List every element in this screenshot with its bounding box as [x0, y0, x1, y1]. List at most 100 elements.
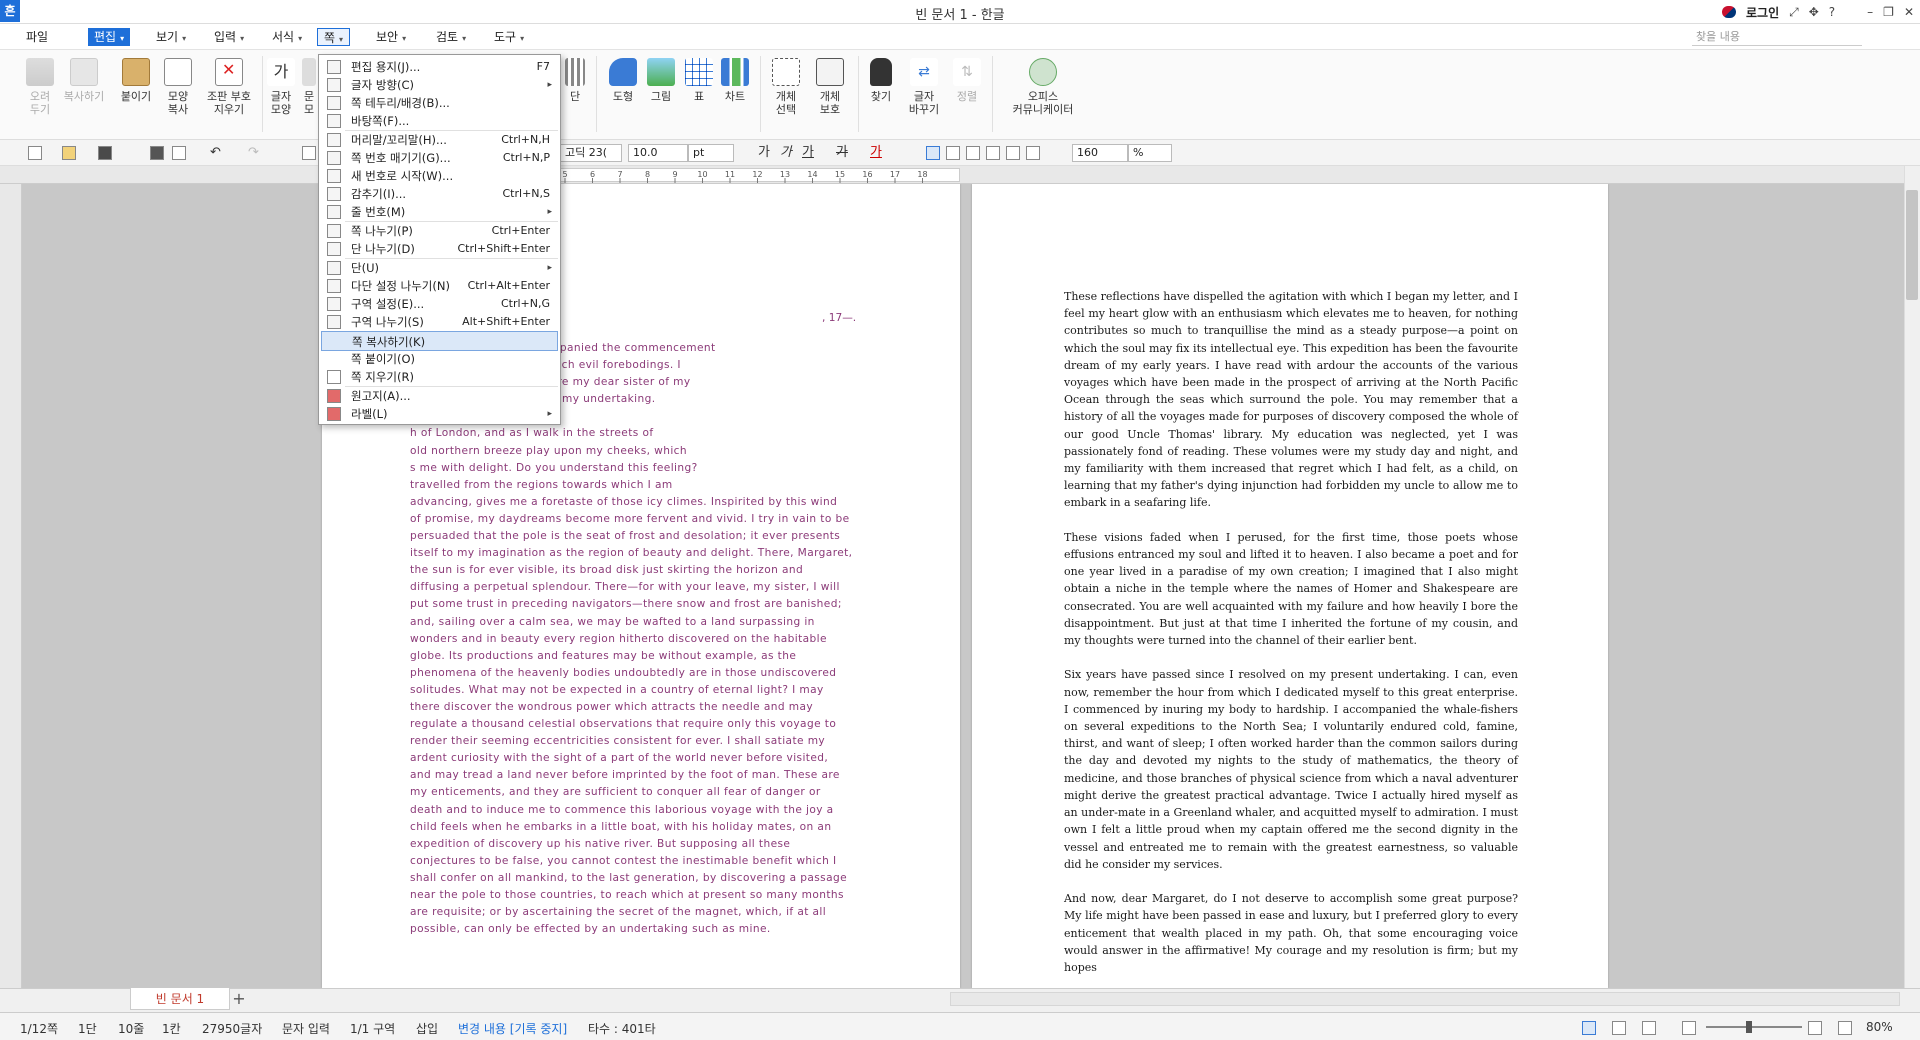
menu-item-hide[interactable]: 감추기(I)... Ctrl+N,S — [321, 184, 558, 204]
move-icon[interactable]: ✥ — [1809, 5, 1819, 19]
print-preview-icon[interactable] — [172, 146, 186, 160]
status-keystrokes: 타수 : 401타 — [588, 1022, 656, 1036]
menu-item-label[interactable]: 라벨(L) ▸ — [321, 404, 558, 424]
menu-page[interactable]: 쪽 ▾ — [317, 28, 351, 46]
menu-item-paste-page[interactable]: 쪽 붙이기(O) — [321, 349, 558, 369]
status-insert[interactable]: 삽입 — [416, 1020, 438, 1037]
distribute-icon[interactable] — [1006, 146, 1020, 160]
zoom-input[interactable]: 160 — [1072, 144, 1128, 162]
tab-document-1[interactable]: 빈 문서 1 — [130, 988, 230, 1010]
horizontal-ruler[interactable]: 5 6 7 8 9 10 11 12 13 14 15 16 17 18 — [560, 168, 960, 183]
view-mode-icon[interactable] — [1582, 1021, 1596, 1035]
align-right-icon[interactable] — [986, 146, 1000, 160]
menu-format[interactable]: 서식 ▾ — [266, 28, 308, 46]
menu-edit[interactable]: 편집 ▾ — [88, 28, 131, 46]
zoom-unit-select[interactable]: % — [1128, 144, 1172, 162]
italic-button[interactable]: 가 — [780, 144, 792, 162]
shape-button[interactable]: 도형 — [604, 58, 642, 103]
menu-security[interactable]: 보안 ▾ — [370, 28, 412, 46]
vertical-scroll-thumb[interactable] — [1906, 190, 1918, 300]
menu-item-page-border[interactable]: 쪽 테두리/배경(B)... — [321, 93, 558, 113]
zoom-out-icon[interactable] — [1682, 1021, 1696, 1035]
menu-file[interactable]: 파일 — [20, 28, 54, 46]
print-icon[interactable] — [150, 146, 164, 160]
menu-item-page-numbering[interactable]: 쪽 번호 매기기(G)... Ctrl+N,P — [321, 148, 558, 168]
menu-item-multi-column-break[interactable]: 다단 설정 나누기(N) Ctrl+Alt+Enter — [321, 276, 558, 296]
page-2[interactable]: These reflections have dispelled the agi… — [972, 184, 1608, 988]
menu-item-manuscript[interactable]: 원고지(A)... — [321, 386, 558, 406]
document-workspace[interactable]: , 17—. hat no disaster has accompanied t… — [22, 184, 1904, 988]
close-icon[interactable]: ✕ — [1904, 5, 1914, 19]
align-center-icon[interactable] — [966, 146, 980, 160]
office-communicator-button[interactable]: 오피스 커뮤니케이터 — [1004, 58, 1082, 116]
zoom-slider-handle[interactable] — [1746, 1021, 1752, 1033]
picture-button[interactable]: 그림 — [642, 58, 680, 103]
table-button[interactable]: 표 — [680, 58, 718, 103]
zoom-fit-icon[interactable] — [1838, 1021, 1852, 1035]
paste-button[interactable]: 붙이기 — [114, 58, 158, 103]
size-unit-select[interactable]: pt — [688, 144, 734, 162]
menu-item-section-break[interactable]: 구역 나누기(S) Alt+Shift+Enter — [321, 312, 558, 332]
menu-item-copy-page[interactable]: 쪽 복사하기(K) — [321, 331, 558, 351]
menu-review[interactable]: 검토 ▾ — [430, 28, 472, 46]
undo-icon[interactable]: ↶ — [210, 144, 221, 162]
add-tab-button[interactable]: + — [228, 990, 250, 1008]
divide-icon[interactable] — [1026, 146, 1040, 160]
menu-item-section-settings[interactable]: 구역 설정(E)... Ctrl+N,G — [321, 294, 558, 314]
menu-item-edit-paper[interactable]: 편집 용지(J)... F7 — [321, 57, 558, 77]
bold-button[interactable]: 가 — [758, 144, 770, 162]
new-doc-icon[interactable] — [28, 146, 42, 160]
restore-icon[interactable]: ❐ — [1883, 5, 1894, 19]
open-folder-icon[interactable] — [62, 146, 76, 160]
protect-object-button[interactable]: 개체 보호 — [808, 58, 852, 116]
find-button[interactable]: 찾기 — [862, 58, 900, 103]
menu-item-line-number[interactable]: 줄 번호(M) ▸ — [321, 202, 558, 222]
justify-icon[interactable] — [926, 146, 940, 160]
chart-button[interactable]: 차트 — [716, 58, 754, 103]
view-width-icon[interactable] — [1612, 1021, 1626, 1035]
menu-item-new-number[interactable]: 새 번호로 시작(W)... — [321, 166, 558, 186]
menu-item-column-break[interactable]: 단 나누기(D) Ctrl+Shift+Enter — [321, 239, 558, 259]
menu-item-header-footer[interactable]: 머리말/꼬리말(H)... Ctrl+N,H — [321, 130, 558, 150]
redo-icon[interactable]: ↷ — [248, 144, 259, 162]
save-icon[interactable] — [98, 146, 112, 160]
menu-item-master-page[interactable]: 바탕쪽(F)... — [321, 111, 558, 131]
search-input[interactable]: 찾을 내용 — [1692, 28, 1862, 46]
vertical-ruler[interactable] — [0, 184, 22, 988]
style-icon[interactable] — [302, 146, 316, 160]
view-page-icon[interactable] — [1642, 1021, 1656, 1035]
copy-button[interactable]: 복사하기 — [62, 58, 106, 103]
column-button[interactable]: 단 — [558, 58, 592, 103]
font-color-button[interactable]: 가 — [870, 144, 882, 162]
clear-format-button[interactable]: ✕ 조판 부호 지우기 — [202, 58, 256, 116]
menu-item-text-direction[interactable]: 글자 방향(C) ▸ — [321, 75, 558, 95]
status-page[interactable]: 1/12쪽 — [20, 1020, 58, 1037]
replace-button[interactable]: ⇄ 글자 바꾸기 — [902, 58, 946, 116]
menu-insert[interactable]: 입력 ▾ — [208, 28, 250, 46]
horizontal-scrollbar[interactable] — [950, 992, 1900, 1006]
menu-item-columns[interactable]: 단(U) ▸ — [321, 258, 558, 278]
cut-button[interactable]: 오려 두기 — [18, 58, 62, 116]
align-left-icon[interactable] — [946, 146, 960, 160]
menu-item-delete-page[interactable]: 쪽 지우기(R) — [321, 367, 558, 387]
minimize-icon[interactable]: – — [1867, 5, 1873, 19]
sort-button[interactable]: ⇅ 정렬 — [948, 58, 986, 103]
status-zoom[interactable]: 80% — [1866, 1020, 1893, 1034]
menu-item-page-break[interactable]: 쪽 나누기(P) Ctrl+Enter — [321, 221, 558, 241]
zoom-in-icon[interactable] — [1808, 1021, 1822, 1035]
menu-tools[interactable]: 도구 ▾ — [488, 28, 530, 46]
menu-view[interactable]: 보기 ▾ — [150, 28, 192, 46]
help-icon[interactable]: ? — [1829, 5, 1835, 19]
strikethrough-button[interactable]: 가 — [836, 144, 848, 162]
font-size-input[interactable]: 10.0 — [628, 144, 688, 162]
para-shape-button[interactable]: 문 모 — [300, 58, 318, 116]
zoom-slider[interactable] — [1706, 1026, 1802, 1028]
login-button[interactable]: 로그인 — [1746, 4, 1779, 21]
font-select[interactable]: 고딕 23( — [560, 144, 622, 162]
underline-button[interactable]: 가 — [802, 144, 814, 162]
select-object-button[interactable]: 개체 선택 — [764, 58, 808, 116]
char-shape-button[interactable]: 가 글자 모양 — [264, 58, 298, 116]
fullscreen-icon[interactable]: ⤢ — [1789, 5, 1799, 20]
status-track-changes[interactable]: 변경 내용 [기록 중지] — [458, 1020, 567, 1037]
format-copy-button[interactable]: 모양 복사 — [156, 58, 200, 116]
